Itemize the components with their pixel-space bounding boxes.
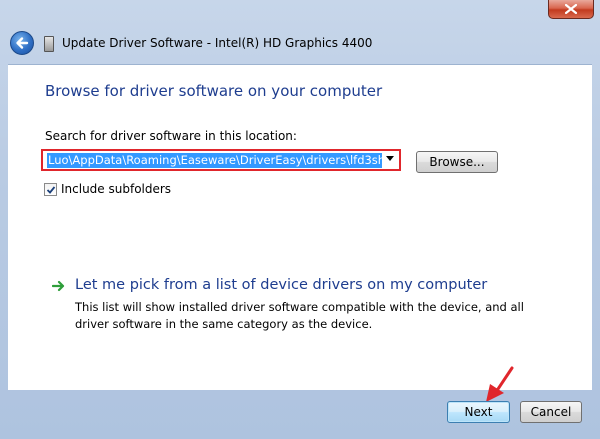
next-button[interactable]: Next	[447, 401, 510, 423]
content-panel: Browse for driver software on your compu…	[8, 64, 592, 390]
dialog-window: Update Driver Software - Intel(R) HD Gra…	[0, 0, 600, 439]
checkmark-icon	[46, 186, 56, 194]
close-button[interactable]	[548, 0, 594, 19]
close-icon	[565, 4, 577, 14]
search-location-label: Search for driver software in this locat…	[45, 129, 297, 143]
green-arrow-icon	[52, 280, 65, 292]
path-input[interactable]: Luo\AppData\Roaming\Easeware\DriverEasy\…	[47, 153, 382, 168]
include-subfolders-checkbox[interactable]	[44, 183, 57, 196]
title-bar: Update Driver Software - Intel(R) HD Gra…	[0, 26, 600, 62]
red-pointer-arrow-icon	[486, 366, 514, 402]
cancel-button[interactable]: Cancel	[520, 401, 582, 423]
device-icon	[44, 36, 54, 52]
page-heading: Browse for driver software on your compu…	[45, 82, 383, 100]
pick-from-list-description: This list will show installed driver sof…	[75, 300, 524, 331]
window-title: Update Driver Software - Intel(R) HD Gra…	[62, 36, 373, 50]
include-subfolders-label: Include subfolders	[61, 182, 172, 196]
dropdown-arrow-icon[interactable]	[386, 156, 394, 161]
pick-from-list-link[interactable]: Let me pick from a list of device driver…	[75, 277, 487, 293]
back-button[interactable]	[10, 31, 34, 55]
back-arrow-icon	[16, 37, 29, 49]
browse-button[interactable]: Browse...	[416, 151, 498, 173]
path-combobox[interactable]: Luo\AppData\Roaming\Easeware\DriverEasy\…	[41, 149, 401, 171]
